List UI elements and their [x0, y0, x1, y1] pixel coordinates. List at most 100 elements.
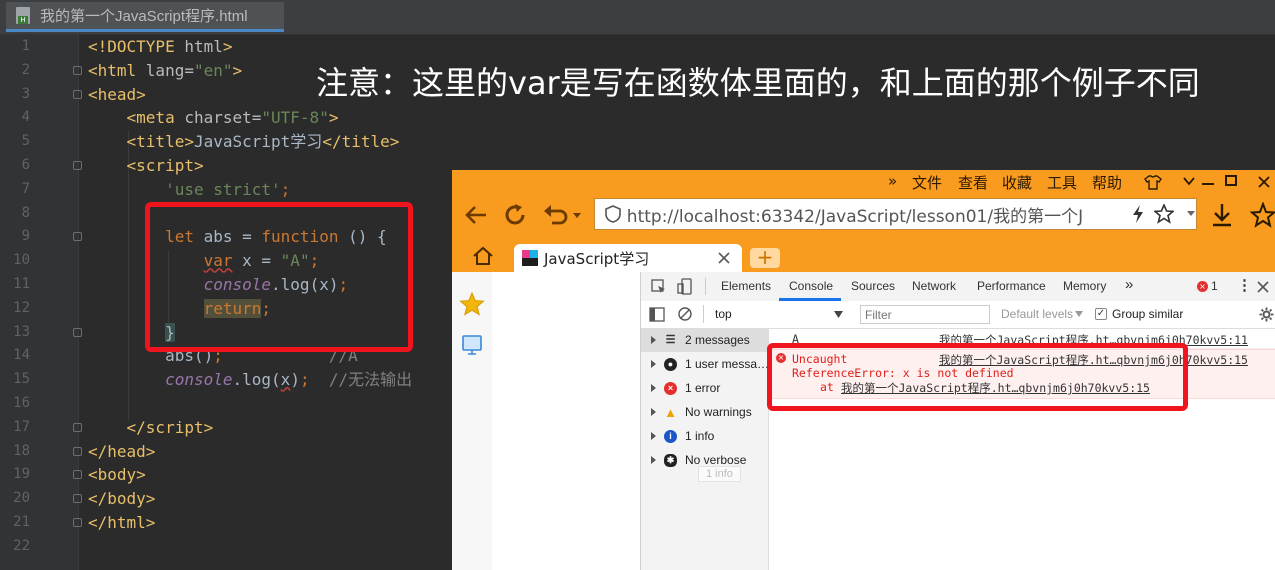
menu-item-favorites[interactable]: 收藏	[1002, 172, 1032, 193]
more-tabs-chevron[interactable]: »	[1125, 276, 1133, 293]
editor-file-tab[interactable]: H 我的第一个JavaScript程序.html	[6, 2, 284, 32]
lightning-icon[interactable]	[1131, 204, 1145, 224]
fold-marker-icon[interactable]	[73, 66, 82, 75]
close-tab-icon[interactable]	[718, 252, 730, 264]
home-icon[interactable]	[472, 246, 494, 266]
context-selector[interactable]: top	[715, 307, 732, 321]
fold-marker-icon[interactable]	[73, 90, 82, 99]
line-number: 4	[21, 109, 30, 126]
line-number: 17	[13, 418, 30, 435]
context-dropdown-icon[interactable]	[834, 311, 843, 318]
clear-console-icon[interactable]	[677, 306, 693, 322]
sidebar-item-label: No verbose	[685, 453, 747, 467]
filter-input[interactable]	[860, 305, 990, 324]
device-toolbar-icon[interactable]	[677, 278, 693, 296]
back-arrow-icon[interactable]	[464, 204, 488, 226]
line-number: 18	[13, 442, 30, 459]
warning-icon: ▲	[664, 404, 677, 420]
browser-sidebar	[452, 272, 493, 570]
menu-more-chevron[interactable]: »	[888, 172, 897, 190]
code-line-3: <head>	[88, 84, 146, 104]
browser-toolbar: http://localhost:63342/JavaScript/lesson…	[452, 194, 1275, 238]
menu-item-view[interactable]: 查看	[958, 172, 988, 193]
close-devtools-icon[interactable]	[1257, 281, 1269, 293]
sidebar-item-errors[interactable]: × 1 error	[651, 381, 720, 395]
fold-marker-icon[interactable]	[73, 494, 82, 503]
shield-icon	[605, 205, 621, 223]
editor-tab-title: 我的第一个JavaScript程序.html	[40, 8, 248, 25]
sidebar-item-verbose[interactable]: ✱ No verbose	[651, 453, 746, 467]
devtools-tab-sources[interactable]: Sources	[851, 279, 895, 293]
html-file-icon: H	[16, 6, 32, 25]
sidebar-item-label: 1 info	[685, 429, 715, 443]
download-icon[interactable]	[1210, 202, 1234, 228]
address-dropdown-icon[interactable]	[1186, 210, 1196, 218]
sidebar-item-messages[interactable]: ☰ 2 messages	[651, 333, 750, 347]
favorites-star-icon[interactable]	[1250, 202, 1275, 228]
error-badge-icon: ×	[1197, 281, 1208, 292]
undo-icon[interactable]	[542, 202, 568, 228]
sidebar-item-info[interactable]: i 1 info	[651, 429, 714, 443]
devtools-tab-console[interactable]: Console	[789, 279, 833, 293]
maximize-icon[interactable]	[1225, 175, 1237, 186]
inspect-element-icon[interactable]	[651, 279, 667, 295]
fold-marker-icon[interactable]	[73, 161, 82, 170]
favorite-star-icon[interactable]	[459, 292, 485, 316]
browser-tab-active[interactable]: JavaScript学习	[514, 244, 742, 272]
line-number: 7	[21, 180, 30, 197]
fold-marker-icon[interactable]	[73, 232, 82, 241]
line-number: 19	[13, 466, 30, 483]
browser-menu-bar: » 文件 查看 收藏 工具 帮助	[452, 170, 1275, 194]
devtools-tab-network[interactable]: Network	[912, 279, 956, 293]
user-icon: ●	[664, 357, 677, 371]
line-number: 14	[13, 347, 30, 364]
close-window-icon[interactable]	[1257, 175, 1271, 189]
code-line-19: <body>	[88, 465, 146, 485]
devtools-tab-performance[interactable]: Performance	[977, 279, 1046, 293]
sidebar-item-user-messages[interactable]: ● 1 user messa…	[651, 357, 769, 371]
shirt-skin-icon[interactable]	[1144, 174, 1162, 190]
list-icon: ☰	[665, 333, 676, 346]
code-line-1: <!DOCTYPE html>	[88, 37, 233, 56]
address-bar[interactable]: http://localhost:63342/JavaScript/lesson…	[594, 198, 1197, 230]
bug-icon: ✱	[664, 453, 677, 467]
devtools-menu-icon[interactable]: ⋮	[1237, 276, 1252, 294]
annotation-text: 注意：这里的var是写在函数体里面的，和上面的那个例子不同	[316, 64, 1200, 102]
group-similar-checkbox[interactable]: ✓	[1095, 308, 1107, 320]
devtools-tab-elements[interactable]: Elements	[721, 279, 771, 293]
menu-item-file[interactable]: 文件	[912, 172, 942, 193]
line-number: 10	[13, 252, 30, 269]
fold-marker-icon[interactable]	[73, 423, 82, 432]
settings-gear-icon[interactable]	[1259, 307, 1274, 322]
line-number: 11	[13, 276, 30, 292]
line-number: 21	[13, 514, 30, 530]
line-number: 20	[13, 490, 30, 507]
line-number: 9	[21, 228, 30, 245]
default-levels-dropdown[interactable]: Default levels	[1001, 307, 1073, 321]
dropdown-menu-icon[interactable]	[1182, 176, 1196, 188]
fold-marker-icon[interactable]	[73, 518, 82, 527]
levels-dropdown-icon[interactable]	[1075, 311, 1083, 317]
fold-marker-icon[interactable]	[73, 470, 82, 479]
error-highlight-box	[767, 343, 1188, 411]
undo-dropdown-icon[interactable]	[572, 212, 582, 220]
menu-item-help[interactable]: 帮助	[1092, 172, 1122, 193]
fold-marker-icon[interactable]	[73, 328, 82, 337]
browser-tab-strip: JavaScript学习 +	[452, 238, 1275, 272]
info-tooltip: 1 info	[698, 466, 741, 482]
sidebar-toggle-icon[interactable]	[649, 307, 665, 322]
star-bookmark-icon[interactable]	[1154, 204, 1175, 224]
error-count[interactable]: 1	[1211, 279, 1218, 293]
menu-item-tools[interactable]: 工具	[1047, 172, 1077, 193]
fold-marker-icon[interactable]	[73, 447, 82, 456]
refresh-icon[interactable]	[502, 202, 528, 228]
console-sidebar: ☰ 2 messages ● 1 user messa… × 1 error ▲ No …	[641, 328, 769, 570]
minimize-icon[interactable]	[1202, 183, 1214, 185]
code-line-18: </head>	[88, 441, 156, 461]
devtools-tab-bar: Elements Console Sources Network Perform…	[641, 272, 1275, 302]
screen-icon[interactable]	[461, 334, 483, 356]
new-tab-button[interactable]: +	[750, 247, 780, 268]
sidebar-item-warnings[interactable]: ▲ No warnings	[651, 405, 752, 419]
devtools-tab-memory[interactable]: Memory	[1063, 279, 1106, 293]
toolbar-divider	[705, 278, 706, 295]
